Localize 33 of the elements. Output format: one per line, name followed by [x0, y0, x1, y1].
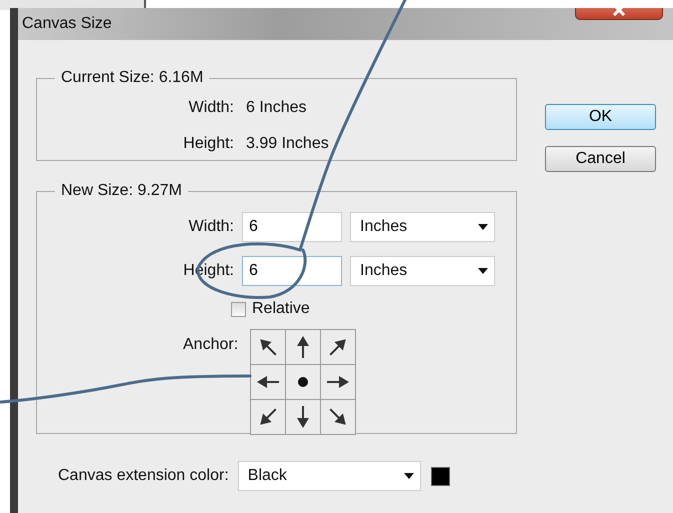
anchor-label: Anchor: [183, 335, 238, 355]
anchor-cell[interactable] [321, 400, 356, 434]
unit-dropdown[interactable]: Inches [350, 256, 495, 286]
dialog-button[interactable]: Cancel [545, 146, 656, 172]
field-label: Width: [188, 217, 235, 237]
caret-icon [478, 268, 488, 274]
relative-checkbox[interactable] [231, 302, 246, 316]
field-label: Height: [182, 134, 235, 154]
field-value: 6 Inches [246, 98, 306, 118]
anchor-cell[interactable] [286, 400, 320, 434]
anchor-cell[interactable] [251, 365, 286, 399]
unit-dropdown[interactable]: Inches [350, 212, 495, 242]
caret-icon [404, 473, 414, 479]
input-field[interactable]: 6 [242, 256, 342, 286]
caret-icon [478, 224, 488, 230]
group-legend: Current Size: 6.16M [55, 70, 210, 86]
anchor-cell[interactable] [251, 330, 286, 364]
field-label: Canvas extension color: [58, 466, 229, 486]
dialog-button[interactable]: OK [545, 104, 656, 130]
field-value: 3.99 Inches [246, 134, 329, 154]
anchor-cell[interactable] [286, 365, 320, 399]
field-label: Width: [188, 98, 235, 118]
anchor-cell[interactable] [251, 400, 286, 434]
window-title: Canvas Size [22, 14, 112, 34]
group-legend: New Size: 9.27M [55, 183, 188, 199]
anchor-cell[interactable] [321, 330, 356, 364]
checkbox-label: Relative [252, 299, 310, 319]
anchor-cell[interactable] [286, 330, 320, 364]
input-field[interactable]: 6 [242, 212, 342, 242]
dot-icon [298, 377, 308, 387]
anchor-cell[interactable] [321, 365, 356, 399]
color-dropdown[interactable]: Black [238, 461, 421, 491]
color-swatch[interactable] [430, 466, 450, 486]
